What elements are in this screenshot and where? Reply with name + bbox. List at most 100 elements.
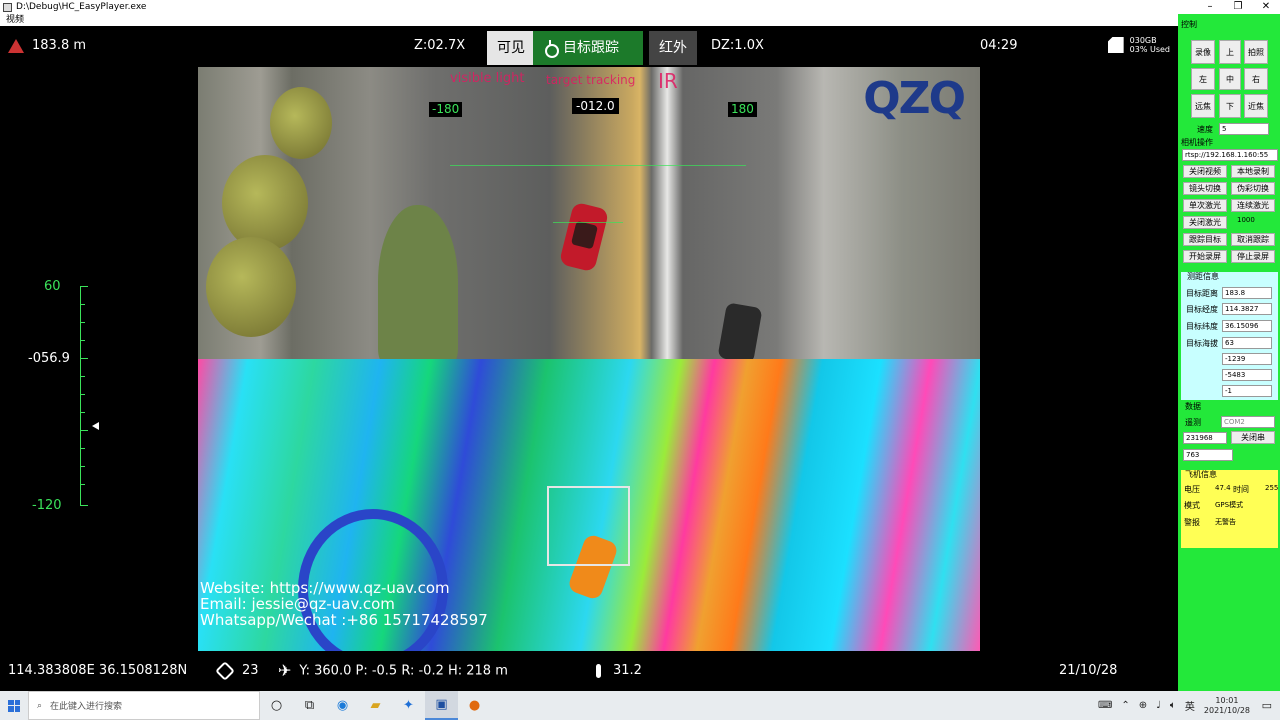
ranging-title: 测距信息 [1187, 272, 1219, 281]
ranging-value-3[interactable]: -1 [1222, 385, 1272, 397]
edge-browser-icon[interactable]: ◉ [326, 691, 359, 720]
elevation-field[interactable]: 63 [1222, 337, 1272, 349]
data-value-field[interactable]: 763 [1183, 449, 1233, 461]
pitch-tick [80, 505, 88, 506]
maximize-icon[interactable]: ❐ [1224, 0, 1252, 14]
taskbar-search[interactable]: ⌕ 在此键入进行搜索 [28, 691, 260, 720]
pitch-tick [80, 430, 88, 431]
app-launcher-icon[interactable]: ✦ [392, 691, 425, 720]
ranging-value-2[interactable]: -5483 [1222, 369, 1272, 381]
tree [222, 155, 308, 251]
control-panel: 控制 录像 上 拍照 左 中 右 远焦 下 近焦 速度 5 相机操作 rtsp:… [1178, 14, 1280, 691]
volume-icon[interactable]: 🔈︎ [1170, 700, 1176, 711]
minimize-icon[interactable]: – [1196, 0, 1224, 14]
right-button[interactable]: 右 [1244, 68, 1268, 90]
easyplayer-taskbar-icon[interactable]: ▣ [425, 691, 458, 720]
longitude-field[interactable]: 114.3827 [1222, 303, 1272, 315]
close-video-button[interactable]: 关闭视频 [1183, 165, 1227, 178]
label-target-tracking: target tracking [546, 73, 636, 87]
datetime-readout: 21/10/28 09:57:45 [1059, 663, 1118, 678]
left-button[interactable]: 左 [1191, 68, 1215, 90]
center-button[interactable]: 中 [1219, 68, 1241, 90]
zoom-readout: Z:02.7X [414, 38, 466, 53]
lens-switch-button[interactable]: 镜头切换 [1183, 182, 1227, 195]
notification-icon[interactable]: ▭ [1262, 699, 1272, 712]
label-ir: IR [658, 69, 678, 93]
keyboard-icon[interactable]: ⌨ [1098, 700, 1112, 711]
tab-track-label: 目标跟踪 [563, 40, 619, 56]
photo-button[interactable]: 拍照 [1244, 40, 1268, 64]
digital-zoom-readout: DZ:1.0X [711, 38, 764, 53]
pitch-tick [80, 466, 85, 467]
color-switch-button[interactable]: 伪彩切换 [1231, 182, 1275, 195]
ranging-value-1[interactable]: -1239 [1222, 353, 1272, 365]
file-explorer-icon[interactable]: ▰ [359, 691, 392, 720]
distance-label: 目标距离 [1186, 289, 1218, 298]
record-button[interactable]: 录像 [1191, 40, 1215, 64]
flight-info-section: 飞机信息 电压 47.4 时间 255 模式 GPS模式 警报 无警告 [1181, 470, 1278, 548]
pitch-tick [80, 358, 88, 359]
close-icon[interactable]: ✕ [1252, 0, 1280, 14]
window-controls: – ❐ ✕ [1196, 0, 1280, 14]
near-focus-button[interactable]: 近焦 [1244, 94, 1268, 118]
track-target-button[interactable]: 跟踪目标 [1183, 233, 1227, 246]
label-visible-light: visible light [450, 71, 525, 86]
baud-rate-field[interactable]: 231968 [1183, 432, 1227, 444]
down-button[interactable]: 下 [1219, 94, 1241, 118]
start-screen-record-button[interactable]: 开始录屏 [1183, 250, 1227, 263]
camera-title: 相机操作 [1181, 138, 1213, 147]
laser-value: 1000 [1237, 216, 1255, 224]
up-button[interactable]: 上 [1219, 40, 1241, 64]
tab-visible[interactable]: 可见 [487, 31, 535, 65]
single-laser-button[interactable]: 单次激光 [1183, 199, 1227, 212]
pitch-tick [80, 376, 85, 377]
continuous-laser-button[interactable]: 连续激光 [1231, 199, 1275, 212]
latitude-field[interactable]: 36.15096 [1222, 320, 1272, 332]
close-serial-button[interactable]: 关闭串 [1231, 431, 1275, 444]
tree [270, 87, 332, 159]
osd-bottom-bar: 114.383808E 36.1508128N 23 ✈ Y: 360.0 P: … [0, 652, 1178, 690]
satellite-readout: 23 [215, 652, 259, 690]
heading-scale-line [450, 165, 746, 166]
stop-screen-record-button[interactable]: 停止录屏 [1231, 250, 1275, 263]
app-icon [3, 2, 12, 12]
tab-target-tracking[interactable]: 目标跟踪 [533, 31, 643, 65]
cancel-track-button[interactable]: 取消跟踪 [1231, 233, 1275, 246]
speed-input[interactable]: 5 [1219, 123, 1269, 135]
clock-date: 2021/10/28 [1203, 705, 1250, 715]
tab-infrared[interactable]: 红外 [649, 31, 697, 65]
network-icon[interactable]: ⊕ [1139, 700, 1147, 711]
far-focus-button[interactable]: 远焦 [1191, 94, 1215, 118]
tray-expand-icon[interactable]: ⌃ [1121, 700, 1129, 711]
storage-status: 030GB 03% Used [1107, 36, 1170, 54]
close-laser-button[interactable]: 关闭激光 [1183, 216, 1227, 229]
heading-left: -180 [429, 102, 463, 117]
menu-video[interactable]: 视频 [6, 15, 24, 25]
mode-value: GPS模式 [1215, 501, 1244, 509]
cortana-icon[interactable]: ○ [260, 691, 293, 720]
video-view[interactable]: 183.8 m Z:02.7X 可见 目标跟踪 红外 DZ:1.0X 04:29… [0, 26, 1178, 691]
start-button[interactable] [0, 691, 28, 720]
firefox-icon[interactable]: ● [458, 691, 491, 720]
rtsp-url-input[interactable]: rtsp://192.168.1.160:55 [1182, 149, 1278, 161]
microphone-icon[interactable]: ♩ [1156, 700, 1161, 711]
window-titlebar: D:\Debug\HC_EasyPlayer.exe – ❐ ✕ [0, 0, 1280, 14]
com-port-select[interactable]: COM2 [1221, 416, 1275, 428]
tracking-box[interactable] [547, 486, 630, 566]
contact-watermark: Website: https://www.qz-uav.com Email: j… [200, 580, 488, 628]
taskbar-clock[interactable]: 10:01 2021/10/28 [1204, 696, 1250, 716]
distance-field[interactable]: 183.8 [1222, 287, 1272, 299]
local-record-button[interactable]: 本地录制 [1231, 165, 1275, 178]
pitch-tick [80, 304, 85, 305]
task-view-icon[interactable]: ⧉ [293, 691, 326, 720]
heading-center: -012.0 [572, 98, 619, 114]
menu-bar: 视频 [0, 14, 1280, 26]
flight-time-label: 时间 [1233, 485, 1249, 494]
ime-indicator[interactable]: 英 [1185, 698, 1195, 713]
storage-used: 03% Used [1129, 45, 1170, 54]
temperature-readout: 31.2 [596, 652, 642, 690]
attitude-readout: ✈ Y: 360.0 P: -0.5 R: -0.2 H: 218 m [278, 652, 508, 690]
pitch-tick [80, 394, 85, 395]
flight-info-title: 飞机信息 [1185, 470, 1217, 479]
alarm-label: 警报 [1184, 518, 1200, 527]
